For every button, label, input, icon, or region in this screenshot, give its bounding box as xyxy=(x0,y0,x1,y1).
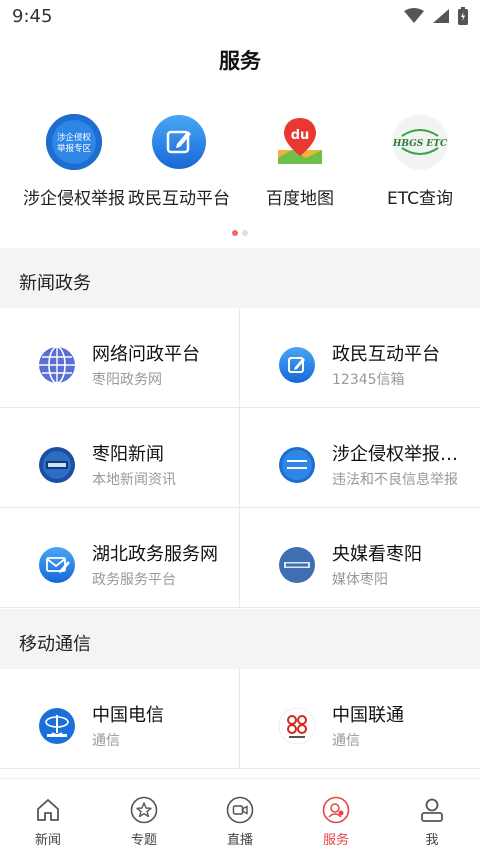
video-icon xyxy=(225,795,255,825)
quick-link-label: 涉企侵权举报 xyxy=(23,189,125,209)
section-title-news-gov: 新闻政务 xyxy=(0,248,480,308)
bottom-tab-bar: 新闻 专题 直播 服务 我 xyxy=(0,778,480,852)
quick-links: 涉企侵权 举报专区 涉企侵权举报 政民互动平台 du 百度地图 HBGS ETC… xyxy=(0,108,480,218)
service-item-title: 政民互动平台 xyxy=(332,344,440,365)
tab-live[interactable]: 直播 xyxy=(192,779,288,853)
home-icon xyxy=(33,795,63,825)
service-item-subtitle: 枣阳政务网 xyxy=(92,372,162,388)
baidu-map-icon: du xyxy=(272,114,328,170)
service-item-subtitle: 本地新闻资讯 xyxy=(92,472,176,488)
service-item-title: 涉企侵权举报专区 xyxy=(332,444,472,465)
service-item-title: 中国电信 xyxy=(92,705,164,726)
quick-link-label: ETC查询 xyxy=(387,189,453,209)
tab-topics[interactable]: 专题 xyxy=(96,779,192,853)
user-icon xyxy=(417,795,447,825)
service-item-report-zone[interactable]: 涉企侵权举报专区 违法和不良信息举报 xyxy=(240,408,480,508)
service-item-china-unicom[interactable]: 中国联通 通信 xyxy=(240,669,480,769)
report-badge-icon xyxy=(278,446,316,484)
quick-link-baidu-map[interactable]: du 百度地图 xyxy=(240,108,360,209)
etc-logo-icon: HBGS ETC xyxy=(392,114,448,170)
edit-icon xyxy=(151,114,207,170)
media-logo-icon xyxy=(278,546,316,584)
quick-link-interaction[interactable]: 政民互动平台 xyxy=(119,108,239,209)
report-badge-icon: 涉企侵权 举报专区 xyxy=(46,114,102,170)
service-item-network-politics[interactable]: 网络问政平台 枣阳政务网 xyxy=(0,308,240,408)
edit-icon xyxy=(278,346,316,384)
tab-label: 直播 xyxy=(226,833,253,848)
service-item-subtitle: 违法和不良信息举报 xyxy=(332,472,458,488)
quick-link-report[interactable]: 涉企侵权 举报专区 涉企侵权举报 xyxy=(14,108,134,209)
carousel-dot-active xyxy=(232,230,238,236)
page-header: 服务 xyxy=(0,34,480,88)
svg-text:举报专区: 举报专区 xyxy=(57,143,92,154)
service-item-subtitle: 通信 xyxy=(92,733,120,749)
service-item-china-telecom[interactable]: 中国电信 通信 xyxy=(0,669,240,769)
tab-label: 新闻 xyxy=(34,833,61,848)
service-item-zaoyang-news[interactable]: 枣阳新闻 本地新闻资讯 xyxy=(0,408,240,508)
mail-edit-icon xyxy=(38,546,76,584)
service-item-hubei-gov[interactable]: 湖北政务服务网 政务服务平台 xyxy=(0,508,240,608)
tab-label: 服务 xyxy=(322,833,349,848)
service-item-subtitle: 12345信箱 xyxy=(332,372,405,388)
svg-text:du: du xyxy=(291,128,310,143)
svg-text:涉企侵权: 涉企侵权 xyxy=(57,132,92,143)
service-icon xyxy=(321,795,351,825)
quick-link-label: 政民互动平台 xyxy=(128,189,230,209)
tab-me[interactable]: 我 xyxy=(384,779,480,853)
service-item-subtitle: 政务服务平台 xyxy=(92,572,176,588)
news-logo-icon xyxy=(38,446,76,484)
service-item-central-media[interactable]: 央媒看枣阳 媒体枣阳 xyxy=(240,508,480,608)
service-item-title: 中国联通 xyxy=(332,705,404,726)
svg-text:HBGS ETC: HBGS ETC xyxy=(392,139,448,149)
service-grid-telecom: 中国电信 通信 中国联通 通信 xyxy=(0,669,480,779)
service-item-title: 枣阳新闻 xyxy=(92,444,164,465)
tab-label: 专题 xyxy=(130,833,157,848)
carousel-dot xyxy=(242,230,248,236)
china-telecom-icon xyxy=(38,707,76,745)
status-time: 9:45 xyxy=(12,6,53,27)
service-item-title: 央媒看枣阳 xyxy=(332,544,422,565)
star-icon xyxy=(129,795,159,825)
status-bar: 9:45 xyxy=(0,0,480,34)
signal-icon xyxy=(432,8,450,28)
battery-icon xyxy=(458,7,468,29)
service-item-title: 网络问政平台 xyxy=(92,344,200,365)
carousel-indicator xyxy=(0,230,480,236)
service-item-subtitle: 通信 xyxy=(332,733,360,749)
quick-link-label: 百度地图 xyxy=(266,189,334,209)
service-item-title: 湖北政务服务网 xyxy=(92,544,218,565)
service-item-subtitle: 媒体枣阳 xyxy=(332,572,388,588)
page-title: 服务 xyxy=(219,49,261,73)
service-grid-news-gov: 网络问政平台 枣阳政务网 政民互动平台 12345信箱 枣阳新闻 本地新闻资讯 xyxy=(0,308,480,608)
wifi-icon xyxy=(404,8,424,28)
china-unicom-icon xyxy=(278,707,316,745)
tab-news[interactable]: 新闻 xyxy=(0,779,96,853)
tab-services[interactable]: 服务 xyxy=(288,779,384,853)
section-title-telecom: 移动通信 xyxy=(0,609,480,669)
quick-link-etc[interactable]: HBGS ETC ETC查询 xyxy=(360,108,480,209)
globe-icon xyxy=(38,346,76,384)
status-icons xyxy=(404,7,468,29)
service-item-interaction-platform[interactable]: 政民互动平台 12345信箱 xyxy=(240,308,480,408)
tab-label: 我 xyxy=(425,833,439,848)
